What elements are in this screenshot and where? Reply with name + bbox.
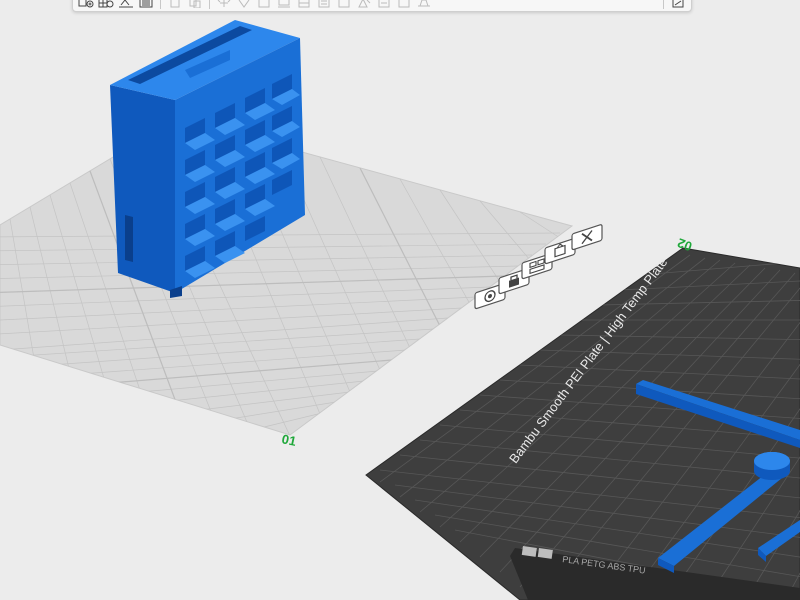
toolbar-separator [663, 0, 664, 9]
lay-on-face-icon[interactable] [275, 0, 293, 9]
copy-icon[interactable] [166, 0, 184, 9]
assembly-icon[interactable] [395, 0, 413, 9]
scale-icon[interactable] [255, 0, 273, 9]
arrange-icon[interactable] [137, 0, 155, 9]
color-paint-icon[interactable] [355, 0, 373, 9]
plate-1-number: 01 [280, 431, 297, 449]
seam-paint-icon[interactable] [335, 0, 353, 9]
auto-orient-icon[interactable] [117, 0, 135, 9]
paste-icon[interactable] [186, 0, 204, 9]
toolbar-separator [209, 0, 210, 9]
delete-plate-icon[interactable] [571, 224, 603, 251]
rotate-icon[interactable] [235, 0, 253, 9]
add-plate-icon[interactable] [97, 0, 115, 9]
support-paint-icon[interactable] [315, 0, 333, 9]
measure-icon[interactable] [375, 0, 393, 9]
variable-layer-icon[interactable] [415, 0, 433, 9]
main-toolbar [72, 0, 692, 12]
move-icon[interactable] [215, 0, 233, 9]
view-icon[interactable] [669, 0, 687, 9]
scene-canvas[interactable]: 01 Bambu Smooth PEI Plate | High Temp Pl… [0, 0, 800, 600]
3d-viewport[interactable]: 01 Bambu Smooth PEI Plate | High Temp Pl… [0, 0, 800, 600]
add-object-icon[interactable] [77, 0, 95, 9]
cut-icon[interactable] [295, 0, 313, 9]
toolbar-separator [160, 0, 161, 9]
